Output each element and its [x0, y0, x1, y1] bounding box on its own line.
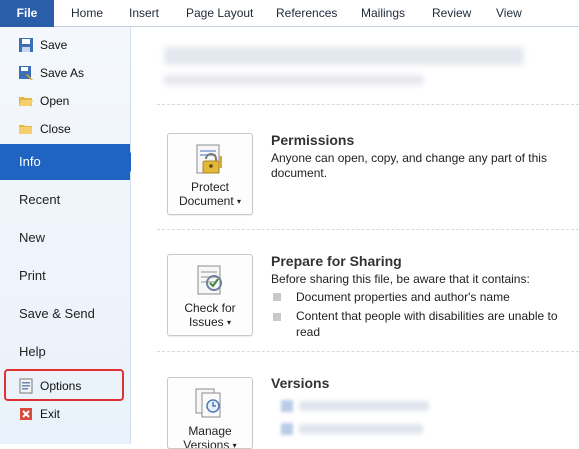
- close-label: Close: [40, 122, 71, 136]
- manage-versions-line1: Manage: [188, 424, 232, 438]
- tab-page-layout[interactable]: Page Layout: [186, 0, 253, 26]
- version-entry-blurred: [299, 424, 423, 434]
- sharing-bullet-2: Content that people with disabilities ar…: [296, 309, 558, 339]
- nav-info-label: Info: [19, 154, 41, 169]
- version-icon-blurred: [281, 400, 293, 412]
- permissions-heading: Permissions: [271, 132, 355, 148]
- exit-label: Exit: [40, 407, 61, 421]
- divider: [157, 229, 579, 230]
- sharing-heading: Prepare for Sharing: [271, 253, 402, 269]
- save-command[interactable]: Save: [0, 31, 130, 59]
- protect-document-icon: [196, 144, 222, 174]
- bullet: [273, 293, 281, 301]
- protect-document-button[interactable]: Protect Document ▾: [167, 133, 253, 215]
- check-for-issues-icon: [197, 265, 222, 295]
- tab-view[interactable]: View: [496, 0, 522, 26]
- open-folder-icon: [19, 97, 33, 106]
- options-highlight-box: [4, 369, 124, 401]
- tab-review[interactable]: Review: [432, 0, 471, 26]
- save-as-icon: [19, 66, 33, 80]
- dropdown-arrow-icon: ▾: [232, 440, 237, 449]
- exit-icon: [20, 408, 32, 420]
- exit-command[interactable]: Exit: [0, 400, 130, 428]
- nav-recent[interactable]: Recent: [0, 181, 130, 219]
- open-label: Open: [40, 94, 70, 108]
- open-command[interactable]: Open: [0, 87, 130, 115]
- save-as-label: Save As: [40, 66, 85, 80]
- protect-document-line1: Protect: [190, 180, 229, 194]
- check-for-issues-line2: Issues ▾: [188, 315, 232, 329]
- tab-file[interactable]: File: [0, 0, 54, 27]
- tab-home[interactable]: Home: [71, 0, 103, 26]
- tab-mailings[interactable]: Mailings: [361, 0, 405, 26]
- info-pane: Protect Document ▾ Permissions Anyone ca…: [131, 27, 579, 449]
- divider: [157, 104, 579, 105]
- tab-insert[interactable]: Insert: [129, 0, 159, 26]
- document-title-blurred: [164, 47, 524, 65]
- check-for-issues-button[interactable]: Check for Issues ▾: [167, 254, 253, 336]
- manage-versions-icon: [195, 388, 221, 418]
- protect-document-line2: Document ▾: [178, 194, 242, 208]
- document-path-blurred: [164, 75, 424, 85]
- sharing-text: Before sharing this file, be aware that …: [271, 272, 530, 286]
- save-icon: [19, 38, 33, 52]
- nav-print[interactable]: Print: [0, 257, 130, 295]
- nav-help[interactable]: Help: [0, 333, 130, 371]
- save-as-command[interactable]: Save As: [0, 59, 130, 87]
- manage-versions-button[interactable]: Manage Versions ▾: [167, 377, 253, 449]
- close-command[interactable]: Close: [0, 115, 130, 143]
- version-entry-blurred: [299, 401, 429, 411]
- dropdown-arrow-icon: ▾: [227, 317, 232, 327]
- bullet: [273, 313, 281, 321]
- save-label: Save: [40, 38, 68, 52]
- ribbon-tab-bar: File Home Insert Page Layout References …: [0, 0, 579, 27]
- dropdown-arrow-icon: ▾: [237, 196, 242, 206]
- close-folder-icon: [19, 125, 32, 134]
- sharing-bullet-1: Document properties and author's name: [296, 290, 510, 304]
- permissions-text: Anyone can open, copy, and change any pa…: [271, 151, 547, 180]
- tab-references[interactable]: References: [276, 0, 337, 26]
- divider: [157, 351, 579, 352]
- nav-save-send[interactable]: Save & Send: [0, 295, 130, 333]
- version-icon-blurred: [281, 423, 293, 435]
- nav-info[interactable]: Info: [0, 144, 140, 180]
- versions-heading: Versions: [271, 375, 330, 391]
- nav-new[interactable]: New: [0, 219, 130, 257]
- check-for-issues-line1: Check for: [184, 301, 236, 315]
